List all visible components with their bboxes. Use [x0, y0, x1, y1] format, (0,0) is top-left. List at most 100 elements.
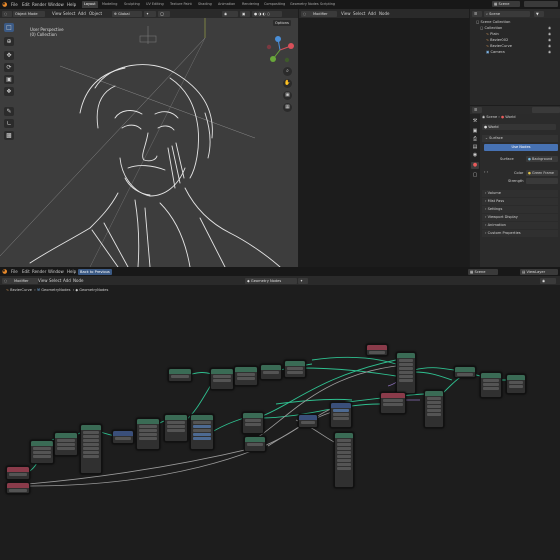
- node-color-ramp[interactable]: [380, 392, 406, 414]
- node-object-info[interactable]: [330, 402, 352, 428]
- surface-value-field[interactable]: ● Background: [526, 156, 558, 162]
- pan-icon[interactable]: ✋: [283, 79, 292, 88]
- surface-panel-header[interactable]: ⌄ Surface: [482, 135, 558, 142]
- lower-menu-window[interactable]: Window: [48, 267, 64, 276]
- node-join-geometry[interactable]: [242, 412, 264, 434]
- world-selector[interactable]: ● World: [482, 124, 556, 130]
- viewport-menu-object[interactable]: Object: [89, 9, 102, 18]
- node-realize[interactable]: [244, 436, 266, 452]
- section-volume[interactable]: › Volume: [482, 190, 558, 197]
- view-layer-selector[interactable]: [524, 1, 558, 7]
- zoom-icon[interactable]: ⌕: [283, 67, 292, 76]
- tab-geometry-nodes[interactable]: Geometry Nodes: [288, 1, 321, 8]
- node-scale-elements[interactable]: [284, 360, 306, 378]
- node-group-input[interactable]: [6, 466, 30, 480]
- scene-selector[interactable]: ▦ Scene: [492, 1, 520, 7]
- lower-view-layer-selector[interactable]: ▤ ViewLayer: [520, 268, 558, 275]
- output-tab-icon[interactable]: ⎙: [471, 136, 479, 143]
- properties-type-icon[interactable]: ☰: [472, 107, 482, 113]
- lower-menu-file[interactable]: File: [11, 267, 18, 276]
- tab-layout[interactable]: Layout: [82, 1, 98, 8]
- tab-modeling[interactable]: Modeling: [100, 1, 119, 8]
- section-custom-properties[interactable]: › Custom Properties: [482, 230, 558, 237]
- node-set-radius[interactable]: [260, 364, 282, 380]
- node-mesh-to-curve[interactable]: [480, 372, 502, 398]
- overlay-toggle[interactable]: ◉: [222, 10, 238, 17]
- mode-dropdown[interactable]: Object Mode: [13, 10, 45, 17]
- shading-modes[interactable]: ● ◑ ◐ ○: [252, 10, 282, 17]
- tab-scripting[interactable]: Scripting: [318, 1, 337, 8]
- strength-field[interactable]: [526, 178, 558, 184]
- tab-uv-editing[interactable]: UV Editing: [144, 1, 166, 8]
- node-math-mid[interactable]: [298, 414, 318, 428]
- camera-view-icon[interactable]: ▣: [283, 91, 292, 100]
- menu-edit[interactable]: Edit: [22, 0, 30, 9]
- node-fill-curve[interactable]: [168, 368, 192, 382]
- node-output[interactable]: [506, 374, 526, 394]
- editor-mode-dropdown[interactable]: Modifier: [311, 10, 337, 17]
- tab-sculpting[interactable]: Sculpting: [122, 1, 142, 8]
- blender-logo-icon[interactable]: ◕: [2, 0, 7, 9]
- node-curve-input[interactable]: [30, 440, 54, 464]
- lower-menu-edit[interactable]: Edit: [22, 267, 30, 276]
- editor-type-icon[interactable]: ◌: [301, 10, 311, 17]
- viewport-menu-select[interactable]: Select: [63, 9, 75, 18]
- node-distribute[interactable]: [334, 432, 354, 488]
- section-viewport-display[interactable]: › Viewport Display: [482, 214, 558, 221]
- menu-help[interactable]: Help: [67, 0, 76, 9]
- snap-toggle[interactable]: ✦: [144, 10, 156, 17]
- collection-tab-icon[interactable]: ▢: [471, 172, 479, 179]
- geometry-node-editor[interactable]: ◌ Modifier View Select Add Node ◆ Geomet…: [0, 276, 560, 560]
- tab-texture-paint[interactable]: Texture Paint: [168, 1, 194, 8]
- outliner-search[interactable]: ⌕ Scene: [484, 10, 530, 17]
- outliner-row-camera[interactable]: ▣ Camera: [486, 49, 505, 55]
- section-animation[interactable]: › Animation: [482, 222, 558, 229]
- menu-render[interactable]: Render: [32, 0, 46, 9]
- proportional-toggle[interactable]: ◯: [158, 10, 170, 17]
- node-transform-a[interactable]: [136, 418, 160, 450]
- viewport-menu-add[interactable]: Add: [78, 9, 86, 18]
- tab-animation[interactable]: Animation: [216, 1, 237, 8]
- visibility-eye-icon[interactable]: ◉: [548, 49, 558, 55]
- navigation-gizmo[interactable]: [264, 35, 296, 65]
- node-math-small[interactable]: [112, 430, 134, 444]
- node-group-output[interactable]: [424, 390, 444, 428]
- tab-rendering[interactable]: Rendering: [240, 1, 261, 8]
- menu-window[interactable]: Window: [48, 0, 64, 9]
- shader-menu-add[interactable]: Add: [368, 9, 376, 18]
- color-expand-icon[interactable]: › ›: [484, 170, 488, 174]
- editor-type-icon[interactable]: ◌: [2, 10, 12, 17]
- transform-orientation-dropdown[interactable]: ⊕ Global: [112, 10, 142, 17]
- tab-compositing[interactable]: Compositing: [262, 1, 287, 8]
- node-switch[interactable]: [396, 352, 416, 394]
- node-input-value[interactable]: [366, 344, 388, 356]
- outliner-type-icon[interactable]: ☰: [472, 10, 482, 17]
- lower-menu-render[interactable]: Render: [32, 267, 46, 276]
- back-to-previous-button[interactable]: Back to Previous: [78, 268, 112, 275]
- menu-file[interactable]: File: [11, 0, 18, 9]
- lower-scene-selector[interactable]: ▦ Scene: [468, 268, 498, 275]
- node-resample[interactable]: [54, 432, 78, 456]
- node-subdivide[interactable]: [234, 366, 258, 386]
- color-value-field[interactable]: ● Green Frame: [526, 170, 558, 176]
- scene-tab-icon[interactable]: ◉: [471, 152, 479, 159]
- world-tab-icon[interactable]: ●: [471, 162, 479, 169]
- blender-logo-icon[interactable]: ◕: [2, 267, 7, 276]
- section-settings[interactable]: › Settings: [482, 206, 558, 213]
- properties-search[interactable]: [532, 107, 560, 113]
- render-tab-icon[interactable]: ▣: [471, 128, 479, 135]
- use-nodes-button[interactable]: Use Nodes: [484, 144, 558, 151]
- tool-tab-icon[interactable]: ⚒: [471, 118, 479, 125]
- node-group-input-2[interactable]: [6, 482, 30, 494]
- shader-menu-view[interactable]: View: [341, 9, 351, 18]
- node-set-material[interactable]: [454, 366, 476, 378]
- viewport-3d[interactable]: ◌ Object Mode View Select Add Object ⊕ G…: [0, 9, 298, 267]
- shader-editor-area[interactable]: ◌ Modifier View Select Add Node: [299, 9, 469, 267]
- lower-menu-help[interactable]: Help: [67, 267, 76, 276]
- node-set-position[interactable]: [80, 424, 102, 474]
- node-curve-to-mesh[interactable]: [190, 414, 214, 450]
- view-layer-tab-icon[interactable]: ▤: [471, 144, 479, 151]
- section-mist-pass[interactable]: › Mist Pass: [482, 198, 558, 205]
- tab-shading[interactable]: Shading: [196, 1, 214, 8]
- shader-menu-node[interactable]: Node: [379, 9, 389, 18]
